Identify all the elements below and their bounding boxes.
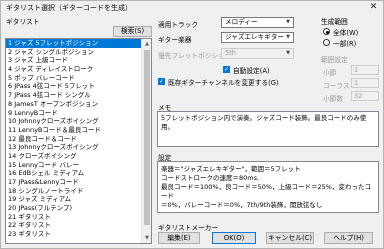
list-item[interactable]: 7 JPass 4弦コード シングル xyxy=(6,91,151,100)
guitarist-list-items: 1 ジャズ 5フレットポジション 2 ジャズ シングルポジション 3 ジャズ 上級コ… xyxy=(6,39,151,239)
range-all-radio[interactable] xyxy=(323,28,330,35)
count-field: 32 xyxy=(351,91,379,101)
guitarist-list[interactable]: 1 ジャズ 5フレットポジション 2 ジャズ シングルポジション 3 ジャズ 上級コ… xyxy=(5,38,152,244)
config-box: 楽器＝"ジャズエレキギター"，範囲＝5フレット コードストロークの速度＝80ms… xyxy=(157,161,379,213)
instrument-label: ギター楽器 xyxy=(158,36,192,44)
close-icon[interactable]: ✕ xyxy=(366,2,381,13)
scroll-down-icon[interactable]: ▼ xyxy=(142,233,151,243)
scroll-up-icon[interactable]: ▲ xyxy=(142,39,151,49)
help-button[interactable]: ヘルプ(H) xyxy=(324,232,373,244)
config-line: 楽器＝"ジャズエレキギター"，範囲＝5フレット xyxy=(161,165,301,173)
list-item[interactable]: 9 LennyBコード xyxy=(6,109,151,118)
range-part-radio[interactable] xyxy=(323,39,330,46)
list-item[interactable]: 8 JamesT オープンポジション xyxy=(6,100,151,109)
memo-text: 5フレットポジション内で演奏。ジャズコード装飾。最良コードのみ使用。 xyxy=(161,114,367,131)
auto-checkbox[interactable]: ✓ xyxy=(223,66,230,73)
memo-box: 5フレットポジション内で演奏。ジャズコード装飾。最良コードのみ使用。 xyxy=(157,111,379,147)
list-item[interactable]: 16 EdBシェル ミディアム xyxy=(6,169,151,178)
chorus-label: コーラス xyxy=(323,82,350,90)
list-item[interactable]: 23 ギタリスト xyxy=(6,230,151,239)
auto-label: 自動設定(A) xyxy=(233,67,270,75)
track-label: 適用トラック xyxy=(158,21,199,29)
range-label: 生成範囲 xyxy=(321,18,348,26)
edit-button[interactable]: 編集(E) xyxy=(158,232,200,244)
chorus-field: 1 xyxy=(351,78,379,88)
list-item[interactable]: 12 最良コード＆コード xyxy=(6,135,151,144)
search-button[interactable]: 検索(S) xyxy=(113,26,152,37)
list-item[interactable]: 11 LennyBコード＆最良コード xyxy=(6,126,151,135)
list-item[interactable]: 10 Johnnyクローズボイシング xyxy=(6,117,151,126)
list-item[interactable]: 6 JPass 4弦コード 5フレット xyxy=(6,82,151,91)
list-scrollbar[interactable]: ▲ ▼ xyxy=(141,39,151,243)
channel-label: 既存ギターチャンネルを変更する(G) xyxy=(168,79,279,87)
instrument-select[interactable]: ジャズエレキギター ▼ xyxy=(221,32,294,43)
chevron-down-icon: ▼ xyxy=(286,50,290,56)
dialog-window: ギタリスト選択（ギターコードを生成） ✕ ギタリスト 検索(S) 1 ジャズ 5… xyxy=(0,0,384,249)
range-all-label: 全体(W) xyxy=(333,29,359,37)
track-value: メロディー xyxy=(225,18,258,26)
list-item[interactable]: 17 JPass&Lennyコード xyxy=(6,178,151,187)
scrollbar-thumb[interactable] xyxy=(144,50,150,225)
instrument-value: ジャズエレキギター xyxy=(225,33,285,41)
measure-field: 1 xyxy=(351,65,379,75)
list-item[interactable]: 1 ジャズ 5フレットポジション xyxy=(6,39,151,48)
measure-label: 小節 xyxy=(323,69,337,77)
list-item[interactable]: 4 ジャズ ディレイストローク xyxy=(6,65,151,74)
fret-select: 5th ▼ xyxy=(221,48,294,59)
list-item[interactable]: 15 Lennyコード バレー xyxy=(6,161,151,170)
window-title: ギタリスト選択（ギターコードを生成） xyxy=(6,4,132,12)
list-item[interactable]: 20 JPass(フルテンプ) xyxy=(6,204,151,213)
ok-button[interactable]: OK(O) xyxy=(212,232,256,244)
list-item[interactable]: 19 ジャズ ミディアム xyxy=(6,195,151,204)
config-line: ＝0%，バレーコード＝0%，7th/9th装飾，開放弦なし xyxy=(161,201,323,209)
chevron-down-icon: ▼ xyxy=(286,34,290,40)
track-select[interactable]: メロディー ▼ xyxy=(221,17,294,28)
maker-label: ギタリストメーカー xyxy=(158,224,219,232)
list-item[interactable]: 14 クローズボイシング xyxy=(6,152,151,161)
config-line: コードストロークの速度＝80ms, xyxy=(161,174,260,182)
list-item[interactable]: 13 Johnnyクローズボイシング xyxy=(6,143,151,152)
guitarist-label: ギタリスト xyxy=(6,18,40,26)
list-item[interactable]: 3 ジャズ 上級コード xyxy=(6,56,151,65)
cancel-button[interactable]: キャンセル(C) xyxy=(266,232,314,244)
fret-value: 5th xyxy=(225,49,236,57)
count-label: 小節数 xyxy=(323,95,344,103)
range-sub-label: 範囲設定 xyxy=(321,56,348,64)
list-item[interactable]: 22 ギタリスト xyxy=(6,221,151,230)
range-part-label: 一部(R) xyxy=(333,40,357,48)
config-line: 最良コード＝100%，良コード＝50%，上級コード＝25%，変わったコード xyxy=(161,183,371,200)
channel-checkbox[interactable]: ✓ xyxy=(158,78,165,85)
chevron-down-icon: ▼ xyxy=(286,19,290,25)
